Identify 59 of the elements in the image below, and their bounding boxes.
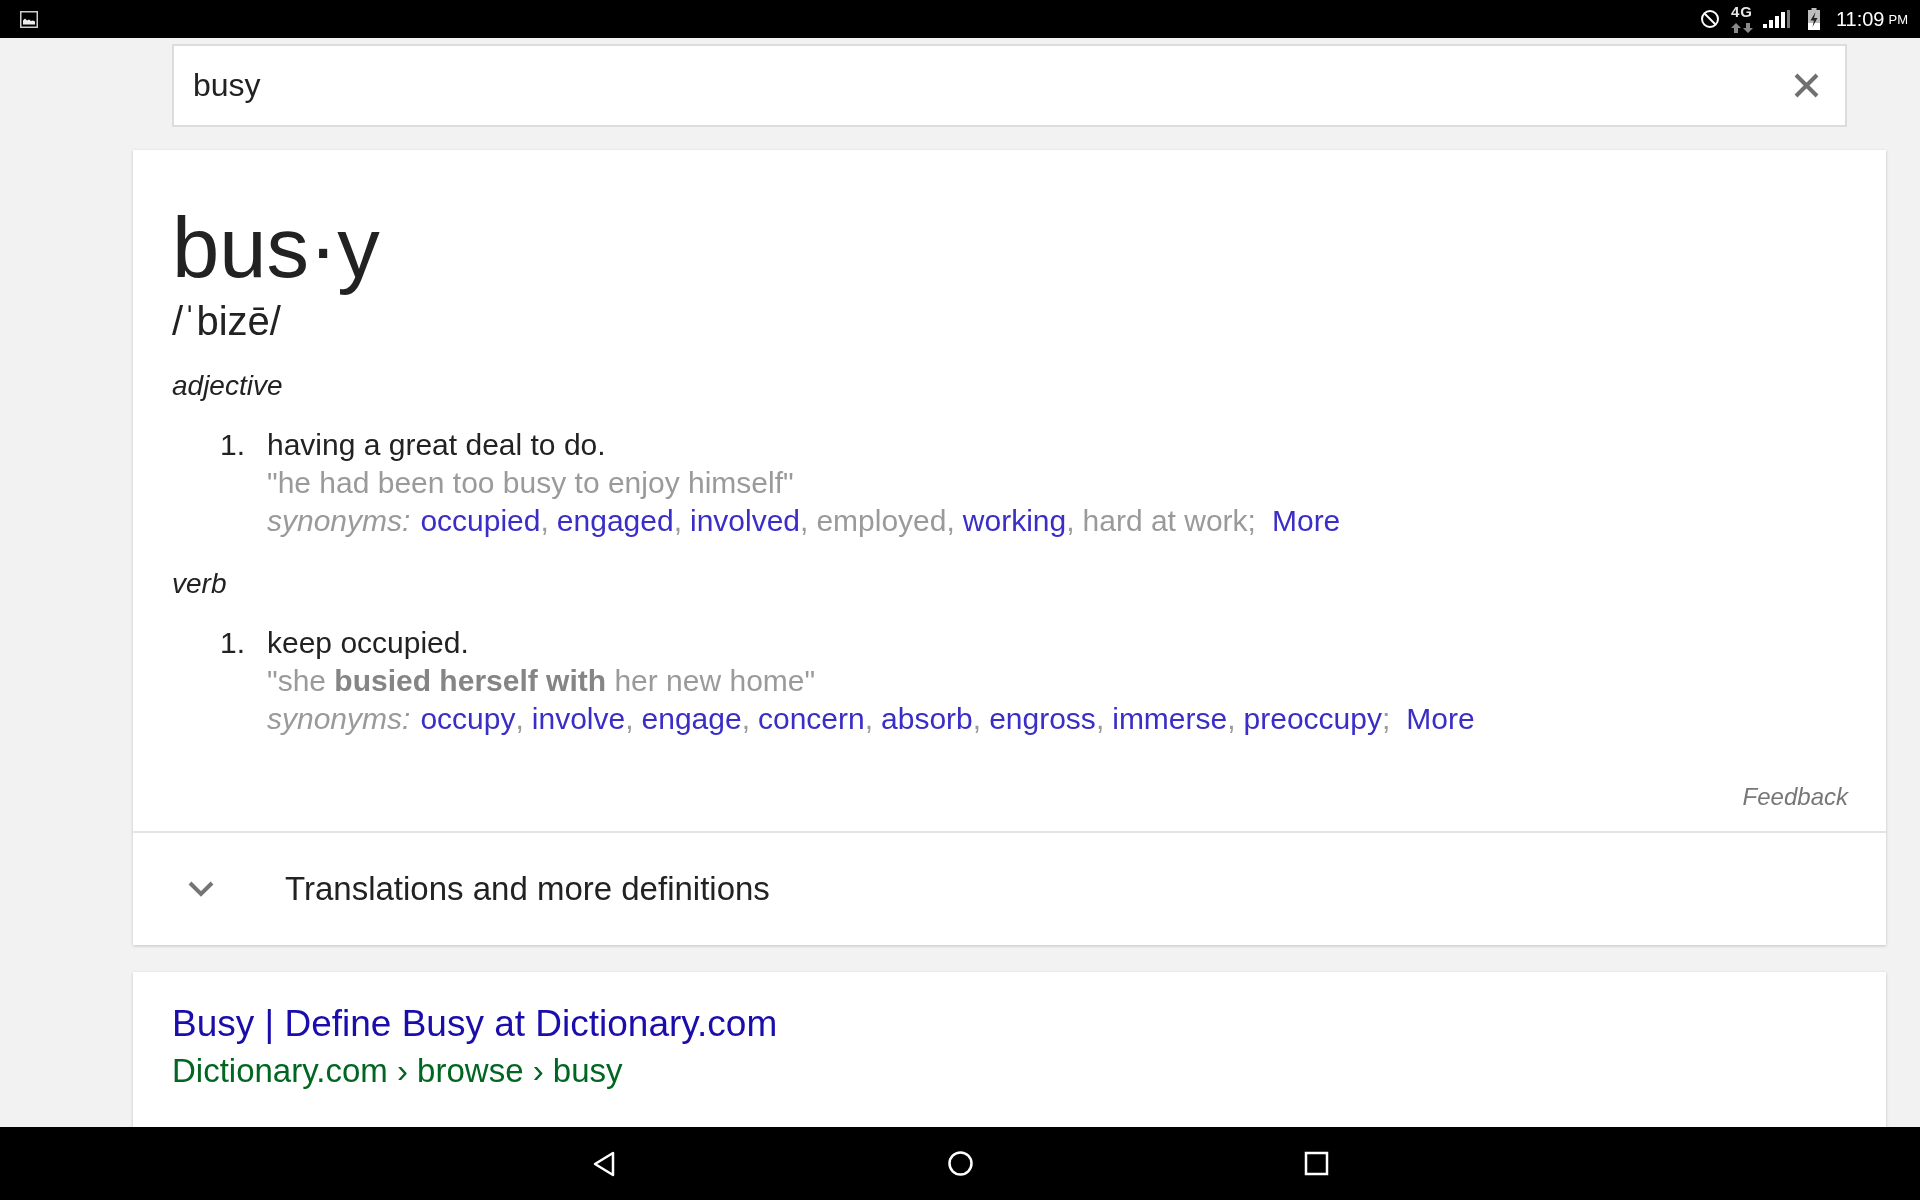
synonym-link[interactable]: occupy bbox=[420, 700, 516, 738]
close-icon bbox=[1793, 73, 1819, 98]
part-of-speech-label: verb bbox=[172, 567, 227, 601]
synonym-separator: , bbox=[625, 701, 634, 737]
synonym-separator: , bbox=[864, 701, 874, 737]
feedback-link[interactable]: Feedback bbox=[1742, 781, 1848, 813]
synonym-link[interactable]: immerse bbox=[1112, 700, 1228, 738]
sense-number: 1. bbox=[220, 427, 247, 463]
synonym-separator: , bbox=[673, 503, 682, 539]
more-link[interactable]: More bbox=[1271, 502, 1341, 540]
result-title-link[interactable]: Busy | Define Busy at Dictionary.com bbox=[172, 1001, 778, 1047]
pronunciation-text: /ˈbizē/ bbox=[172, 298, 281, 345]
synonym-link[interactable]: occupied bbox=[420, 502, 541, 540]
synonym-text: employed bbox=[816, 503, 947, 539]
network-type-label: 4G bbox=[1730, 4, 1753, 19]
synonym-link[interactable]: engross bbox=[989, 700, 1096, 738]
synonym-link[interactable]: involved bbox=[689, 502, 801, 540]
synonym-separator: , bbox=[515, 701, 524, 737]
synonym-text: hard at work bbox=[1082, 503, 1248, 539]
synonym-link[interactable]: preoccupy bbox=[1243, 700, 1382, 738]
synonym-link[interactable]: absorb bbox=[881, 700, 973, 738]
definition-text: keep occupied. bbox=[267, 625, 469, 661]
image-icon bbox=[20, 10, 38, 28]
synonym-separator: , bbox=[1095, 701, 1105, 737]
example-sentence: "he had been too busy to enjoy himself" bbox=[267, 465, 794, 501]
synonym-link[interactable]: engage bbox=[641, 700, 742, 738]
battery-charging-icon bbox=[1807, 8, 1820, 30]
synonym-separator: , bbox=[1066, 503, 1075, 539]
home-icon[interactable] bbox=[948, 1151, 973, 1176]
synonym-link[interactable]: working bbox=[962, 502, 1067, 540]
clock-period: PM bbox=[1888, 12, 1908, 26]
synonym-link[interactable]: involve bbox=[531, 700, 626, 738]
data-arrows-icon bbox=[1729, 21, 1754, 34]
synonym-separator: , bbox=[540, 503, 549, 539]
do-not-disturb-icon bbox=[1699, 9, 1720, 29]
synonym-separator: , bbox=[800, 503, 809, 539]
more-link[interactable]: More bbox=[1406, 700, 1475, 738]
result-breadcrumb: Dictionary.com › browse › busy bbox=[172, 1051, 623, 1091]
synonym-link[interactable]: engaged bbox=[556, 502, 674, 540]
synonym-link[interactable]: concern bbox=[758, 700, 865, 738]
synonym-separator: , bbox=[741, 701, 750, 737]
search-input[interactable]: busy bbox=[193, 60, 1789, 111]
synonym-separator: , bbox=[1227, 701, 1236, 737]
example-sentence: "she busied herself with her new home" bbox=[267, 663, 816, 699]
back-icon[interactable] bbox=[592, 1150, 617, 1177]
clock-time: 11:09 bbox=[1835, 9, 1885, 29]
search-field[interactable]: busy bbox=[172, 44, 1847, 127]
definition-text: having a great deal to do. bbox=[267, 427, 606, 463]
sense-number: 1. bbox=[220, 625, 247, 661]
translations-toggle[interactable]: Translations and more definitions bbox=[133, 831, 1886, 945]
part-of-speech-label: adjective bbox=[172, 369, 283, 403]
synonym-separator: , bbox=[972, 701, 982, 737]
signal-icon bbox=[1762, 10, 1790, 28]
synonym-separator: ; bbox=[1247, 503, 1256, 539]
synonyms-label: synonyms: bbox=[267, 701, 411, 737]
synonym-separator: ; bbox=[1382, 701, 1391, 737]
synonym-separator: , bbox=[946, 503, 955, 539]
recent-apps-icon[interactable] bbox=[1304, 1151, 1329, 1176]
synonyms-label: synonyms: bbox=[267, 503, 411, 539]
